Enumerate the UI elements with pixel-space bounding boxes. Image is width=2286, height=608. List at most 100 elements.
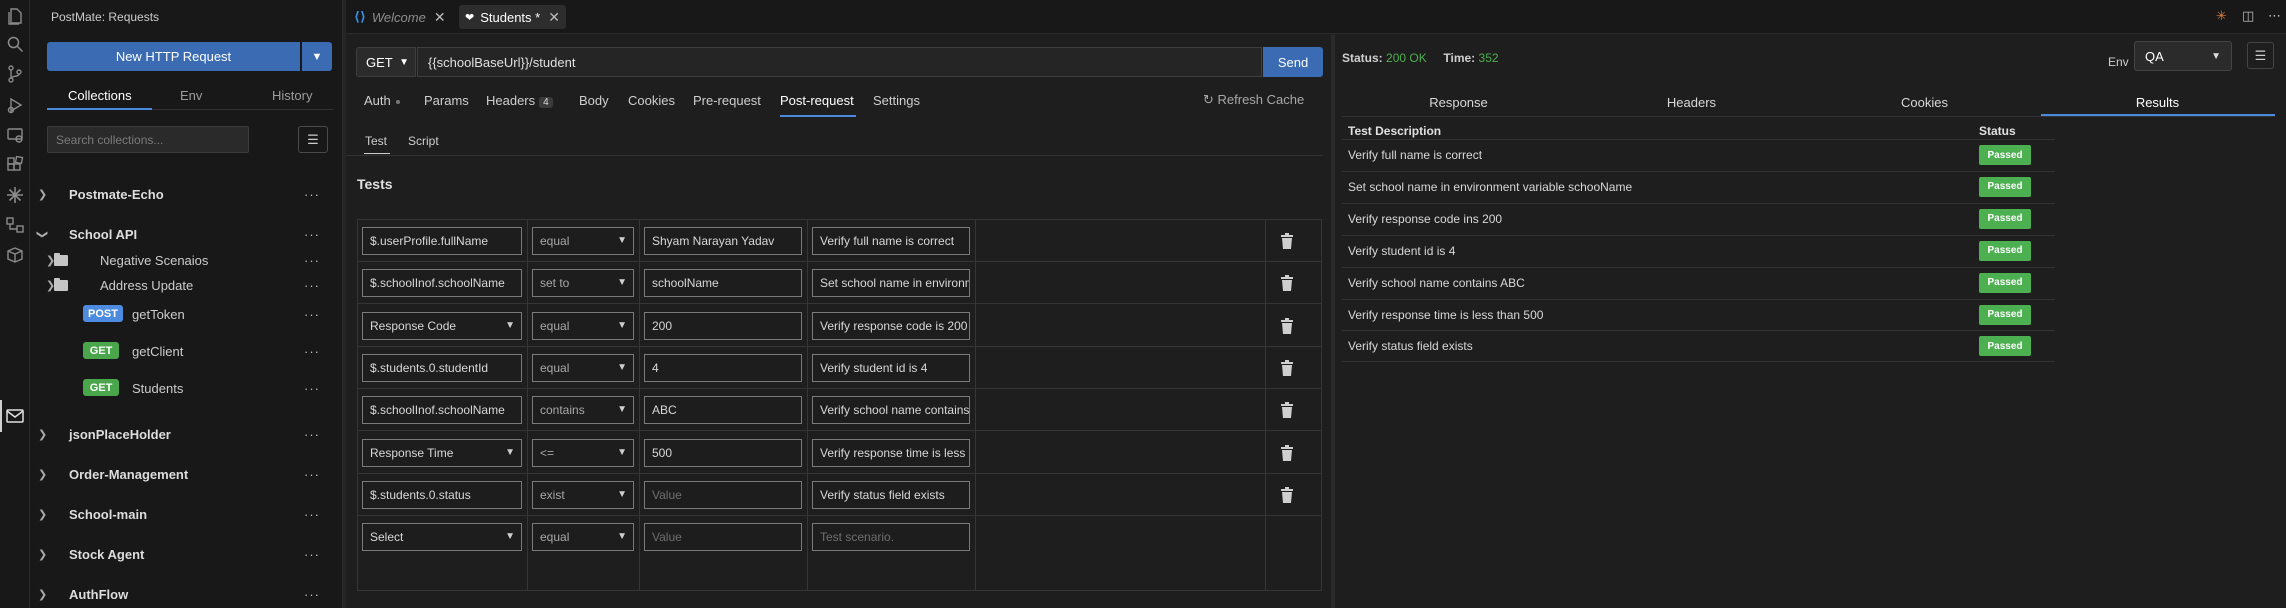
explorer-icon[interactable] (4, 5, 26, 27)
tab-settings[interactable]: Settings (873, 93, 920, 108)
trash-icon[interactable] (1280, 359, 1294, 376)
trash-icon[interactable] (1280, 275, 1294, 292)
split-editor-icon[interactable]: ◫ (2242, 8, 2254, 24)
collection-postmate-echo[interactable]: ❯ Postmate-Echo ··· (30, 182, 343, 206)
property-input[interactable]: $.schoolInof.schoolName (362, 396, 522, 425)
folder-negative-scenaios[interactable]: ❯ Negative Scenaios ··· (30, 248, 343, 272)
description-input[interactable]: Verify status field exists (812, 480, 970, 509)
tab-response[interactable]: Response (1342, 95, 1575, 110)
description-input[interactable]: Verify school name contains ABC (812, 396, 970, 425)
value-input[interactable]: Shyam Narayan Yadav (644, 227, 802, 255)
tab-body[interactable]: Body (579, 93, 609, 108)
subtab-script[interactable]: Script (408, 134, 439, 148)
description-input[interactable]: Verify student id is 4 (812, 353, 970, 382)
tab-headers[interactable]: Headers (1575, 95, 1808, 110)
more-actions-icon[interactable]: ··· (304, 307, 320, 322)
package-icon[interactable] (4, 244, 26, 266)
postmate-mail-icon[interactable] (4, 405, 26, 427)
value-input[interactable]: Value (644, 523, 802, 552)
operator-select[interactable]: contains ▼ (532, 396, 634, 425)
more-actions-icon[interactable]: ⋯ (2268, 8, 2281, 24)
property-input[interactable]: $.userProfile.fullName (362, 227, 522, 255)
new-request-dropdown-button[interactable]: ▼ (302, 42, 332, 71)
property-input[interactable]: $.schoolInof.schoolName (362, 269, 522, 298)
close-icon[interactable]: ✕ (434, 9, 446, 26)
request-gettoken[interactable]: POST getToken ··· (30, 302, 343, 326)
tab-params[interactable]: Params (424, 93, 469, 108)
tab-history[interactable]: History (272, 88, 312, 103)
more-actions-icon[interactable]: ··· (304, 253, 320, 268)
env-settings-button[interactable]: ☰ (2247, 42, 2274, 69)
tab-cookies[interactable]: Cookies (1808, 95, 2041, 110)
value-input[interactable]: ABC (644, 396, 802, 425)
request-getclient[interactable]: GET getClient ··· (30, 339, 343, 363)
collection-school-api[interactable]: ❯ School API ··· (30, 222, 343, 246)
description-input[interactable]: Set school name in environment variable … (812, 269, 970, 298)
value-input[interactable]: 200 (644, 311, 802, 340)
trash-icon[interactable] (1280, 444, 1294, 461)
burst-icon[interactable]: ✳ (2216, 8, 2227, 24)
property-input[interactable]: $.students.0.studentId (362, 353, 522, 382)
collection-school-main[interactable]: ❯ School-main ··· (30, 502, 343, 526)
refresh-cache-button[interactable]: ↻ Refresh Cache (1203, 92, 1304, 108)
tab-post-request[interactable]: Post-request (780, 93, 854, 108)
operator-select[interactable]: set to ▼ (532, 269, 634, 298)
tab-welcome[interactable]: ⟨⟩ Welcome ✕ (354, 5, 446, 29)
property-input[interactable]: $.students.0.status (362, 480, 522, 509)
description-input[interactable]: Verify full name is correct (812, 227, 970, 255)
more-actions-icon[interactable]: ··· (304, 278, 320, 293)
run-debug-icon[interactable] (4, 94, 26, 116)
folder-address-update[interactable]: ❯ Address Update ··· (30, 273, 343, 297)
source-control-icon[interactable] (4, 63, 26, 85)
more-actions-icon[interactable]: ··· (304, 344, 320, 359)
collection-authflow[interactable]: ❯ AuthFlow ··· (30, 582, 343, 606)
tab-cookies[interactable]: Cookies (628, 93, 675, 108)
property-select[interactable]: Response Code ▼ (362, 311, 522, 340)
burst-icon[interactable] (4, 184, 26, 206)
tab-collections[interactable]: Collections (68, 88, 132, 103)
value-input[interactable]: Value (644, 480, 802, 509)
collections-menu-button[interactable]: ☰ (298, 126, 328, 153)
value-input[interactable]: 4 (644, 353, 802, 382)
operator-select[interactable]: <= ▼ (532, 438, 634, 467)
tab-auth[interactable]: Auth (364, 93, 400, 108)
description-input[interactable]: Verify response time is less than 500 (812, 438, 970, 467)
operator-select[interactable]: equal ▼ (532, 523, 634, 552)
description-input[interactable]: Test scenario. (812, 523, 970, 552)
request-students[interactable]: GET Students ··· (30, 376, 343, 400)
remote-explorer-icon[interactable] (4, 124, 26, 146)
description-input[interactable]: Verify response code is 200 (812, 311, 970, 340)
more-actions-icon[interactable]: ··· (304, 187, 320, 202)
send-button[interactable]: Send (1263, 47, 1323, 77)
more-actions-icon[interactable]: ··· (304, 547, 320, 562)
operator-select[interactable]: equal ▼ (532, 311, 634, 340)
more-actions-icon[interactable]: ··· (304, 227, 320, 242)
trash-icon[interactable] (1280, 317, 1294, 334)
subtab-test[interactable]: Test (365, 134, 387, 148)
operator-select[interactable]: equal ▼ (532, 227, 634, 255)
tab-students[interactable]: ❤ Students * ✕ (459, 5, 566, 29)
property-select[interactable]: Response Time ▼ (362, 438, 522, 467)
extensions-icon[interactable] (4, 154, 26, 176)
env-select[interactable]: QA ▼ (2134, 41, 2232, 71)
more-actions-icon[interactable]: ··· (304, 381, 320, 396)
tab-headers[interactable]: Headers 4 (486, 93, 553, 108)
search-icon[interactable] (4, 33, 26, 55)
tab-results[interactable]: Results (2041, 95, 2274, 110)
value-input[interactable]: schoolName (644, 269, 802, 298)
property-select[interactable]: Select ▼ (362, 523, 522, 552)
collection-jsonplaceholder[interactable]: ❯ jsonPlaceHolder ··· (30, 422, 343, 446)
more-actions-icon[interactable]: ··· (304, 467, 320, 482)
url-input[interactable]: {{schoolBaseUrl}}/student (417, 47, 1262, 77)
diagram-icon[interactable] (4, 214, 26, 236)
trash-icon[interactable] (1280, 486, 1294, 503)
operator-select[interactable]: exist ▼ (532, 480, 634, 509)
trash-icon[interactable] (1280, 233, 1294, 249)
tab-env[interactable]: Env (180, 88, 202, 103)
collection-order-management[interactable]: ❯ Order-Management ··· (30, 462, 343, 486)
method-select[interactable]: GET ▼ (356, 47, 416, 77)
collection-stock-agent[interactable]: ❯ Stock Agent ··· (30, 542, 343, 566)
operator-select[interactable]: equal ▼ (532, 353, 634, 382)
tab-pre-request[interactable]: Pre-request (693, 93, 761, 108)
more-actions-icon[interactable]: ··· (304, 587, 320, 602)
